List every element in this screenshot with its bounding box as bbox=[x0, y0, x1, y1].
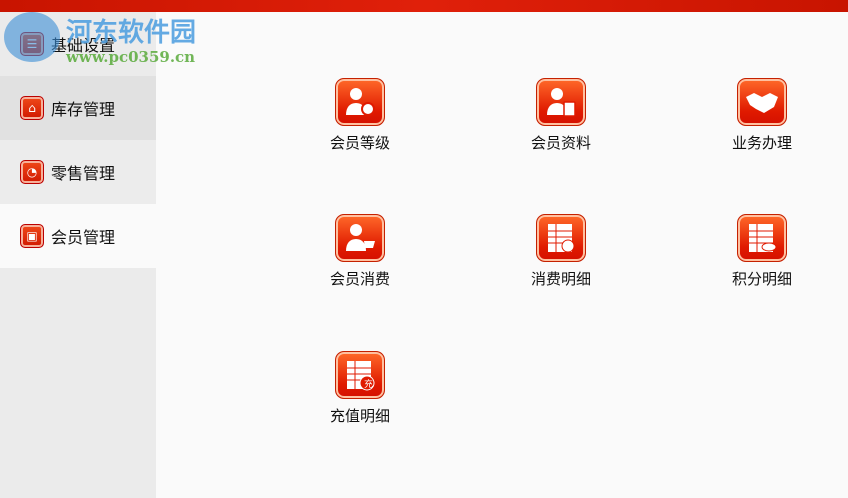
member-info-icon bbox=[536, 78, 586, 126]
tile-business[interactable]: 业务办理 bbox=[702, 78, 822, 153]
sidebar: ☰ 基础设置 ⌂ 库存管理 ◔ 零售管理 ▣ 会员管理 bbox=[0, 12, 156, 498]
settings-icon: ☰ bbox=[20, 32, 44, 56]
tile-label: 会员等级 bbox=[329, 134, 390, 152]
sidebar-item-label: 基础设置 bbox=[51, 36, 116, 55]
sidebar-item-basic-settings[interactable]: ☰ 基础设置 bbox=[0, 12, 156, 76]
top-bar bbox=[0, 0, 848, 12]
handshake-icon bbox=[737, 78, 787, 126]
tile-consume-detail[interactable]: 消费明细 bbox=[501, 214, 621, 289]
recharge-badge: 充 bbox=[364, 380, 374, 390]
sidebar-item-retail[interactable]: ◔ 零售管理 bbox=[0, 140, 156, 204]
member-consume-icon bbox=[335, 214, 385, 262]
sidebar-item-label: 会员管理 bbox=[51, 228, 116, 247]
tile-label: 会员消费 bbox=[329, 270, 390, 288]
tile-member-info[interactable]: 会员资料 bbox=[501, 78, 621, 153]
tile-label: 消费明细 bbox=[530, 270, 591, 288]
sidebar-item-inventory[interactable]: ⌂ 库存管理 bbox=[0, 76, 156, 140]
tile-label: 会员资料 bbox=[530, 134, 591, 152]
tile-label: 积分明细 bbox=[731, 270, 792, 288]
member-card-icon: ▣ bbox=[20, 224, 44, 248]
tile-label: 业务办理 bbox=[731, 134, 792, 152]
points-detail-icon bbox=[737, 214, 787, 262]
member-level-icon bbox=[335, 78, 385, 126]
sidebar-item-label: 库存管理 bbox=[51, 100, 116, 119]
consume-detail-icon bbox=[536, 214, 586, 262]
tile-recharge-detail[interactable]: 充充值明细 bbox=[300, 351, 420, 426]
tile-label: 充值明细 bbox=[329, 407, 390, 425]
warehouse-icon: ⌂ bbox=[20, 96, 44, 120]
tile-points-detail[interactable]: 积分明细 bbox=[702, 214, 822, 289]
sidebar-item-member[interactable]: ▣ 会员管理 bbox=[0, 204, 156, 268]
recharge-detail-icon: 充 bbox=[335, 351, 385, 399]
tile-member-level[interactable]: 会员等级 bbox=[300, 78, 420, 153]
tile-member-consume[interactable]: 会员消费 bbox=[300, 214, 420, 289]
sidebar-item-label: 零售管理 bbox=[51, 164, 116, 183]
pie-chart-icon: ◔ bbox=[20, 160, 44, 184]
